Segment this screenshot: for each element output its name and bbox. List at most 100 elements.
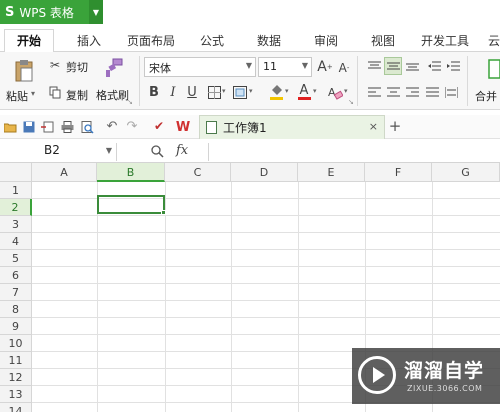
font-size-value: 11: [263, 60, 277, 73]
tab-home[interactable]: 开始: [4, 29, 55, 53]
row-header-8[interactable]: 8: [0, 301, 32, 318]
app-menu-button[interactable]: S WPS 表格 ▼: [0, 0, 103, 24]
merge-center-button[interactable]: 合并: [475, 88, 497, 104]
clipboard-launcher-icon[interactable]: ↘: [127, 98, 133, 106]
chevron-down-icon[interactable]: ▼: [106, 146, 112, 155]
row-header-3[interactable]: 3: [0, 216, 32, 233]
tab-developer[interactable]: 开发工具: [421, 32, 469, 49]
chevron-down-icon[interactable]: ▾: [222, 87, 226, 95]
zoom-search-icon[interactable]: [150, 144, 164, 158]
grid-line: [32, 334, 500, 335]
font-color-icon[interactable]: A: [296, 82, 312, 102]
insert-function-button[interactable]: fx: [176, 143, 188, 158]
chevron-down-icon[interactable]: ▾: [344, 87, 348, 95]
watermark-url: ZIXUE.3066.COM: [407, 384, 483, 393]
active-cell-b2[interactable]: [97, 195, 165, 214]
chevron-down-icon[interactable]: ▾: [249, 87, 253, 95]
align-center-icon[interactable]: [385, 85, 401, 99]
fill-handle[interactable]: [161, 210, 166, 215]
merge-borders-icon[interactable]: [232, 84, 248, 100]
wps-w-logo-icon[interactable]: W: [175, 119, 191, 135]
row-header-11[interactable]: 11: [0, 352, 32, 369]
clear-format-icon[interactable]: A: [327, 83, 343, 101]
borders-icon[interactable]: [206, 84, 222, 100]
column-header-c[interactable]: C: [165, 163, 231, 182]
tab-data[interactable]: 数据: [257, 32, 281, 49]
align-right-icon[interactable]: [404, 85, 420, 99]
tab-page-layout[interactable]: 页面布局: [127, 32, 175, 49]
new-tab-icon[interactable]: +: [388, 117, 402, 135]
paste-dropdown-icon[interactable]: ▾: [31, 89, 35, 98]
cut-button[interactable]: 剪切: [66, 59, 88, 75]
format-painter-button[interactable]: 格式刷: [96, 87, 129, 103]
row-header-7[interactable]: 7: [0, 284, 32, 301]
chevron-down-icon[interactable]: ▾: [285, 87, 289, 95]
grid-line: [298, 182, 299, 412]
font-launcher-icon[interactable]: ↘: [348, 98, 354, 106]
row-header-4[interactable]: 4: [0, 233, 32, 250]
open-folder-icon[interactable]: [3, 120, 17, 134]
font-size-select[interactable]: 11 ▼: [258, 57, 312, 77]
undo-icon[interactable]: ↶: [105, 119, 119, 134]
cut-icon[interactable]: ✂: [48, 58, 62, 72]
column-header-g[interactable]: G: [432, 163, 500, 182]
tab-review[interactable]: 审阅: [314, 32, 338, 49]
app-menu-dropdown-icon[interactable]: ▼: [89, 0, 103, 24]
customize-toolbar-icon[interactable]: ✔: [152, 119, 166, 133]
column-header-a[interactable]: A: [32, 163, 97, 182]
font-name-select[interactable]: 宋体 ▼: [144, 57, 256, 77]
tab-insert[interactable]: 插入: [77, 32, 101, 49]
align-left-icon[interactable]: [366, 85, 382, 99]
row-header-14[interactable]: 14: [0, 403, 32, 412]
align-middle-icon[interactable]: [384, 57, 402, 75]
underline-icon[interactable]: U: [185, 83, 199, 101]
align-bottom-icon[interactable]: [404, 59, 420, 73]
name-box[interactable]: B2 ▼: [0, 143, 117, 161]
print-icon[interactable]: [60, 120, 74, 134]
bold-icon[interactable]: B: [147, 83, 161, 101]
row-header-2[interactable]: 2: [0, 199, 32, 216]
redo-icon[interactable]: ↷: [125, 119, 139, 134]
row-header-6[interactable]: 6: [0, 267, 32, 284]
svg-text:A: A: [328, 86, 336, 99]
row-header-9[interactable]: 9: [0, 318, 32, 335]
increase-indent-icon[interactable]: [445, 59, 461, 73]
increase-font-icon[interactable]: A +: [317, 58, 333, 76]
row-header-13[interactable]: 13: [0, 386, 32, 403]
wps-logo-icon: S: [5, 4, 15, 20]
copy-button[interactable]: 复制: [66, 87, 88, 103]
format-painter-icon[interactable]: [103, 57, 125, 79]
merge-center-icon[interactable]: [487, 58, 500, 80]
column-header-e[interactable]: E: [298, 163, 365, 182]
close-tab-icon[interactable]: ×: [369, 120, 378, 133]
align-top-icon[interactable]: [366, 59, 382, 73]
print-preview-icon[interactable]: [80, 120, 94, 134]
row-header-12[interactable]: 12: [0, 369, 32, 386]
tab-formulas[interactable]: 公式: [200, 32, 224, 49]
tab-cloud[interactable]: 云: [488, 32, 500, 49]
copy-icon[interactable]: [48, 85, 62, 99]
tab-view[interactable]: 视图: [371, 32, 395, 49]
document-tab[interactable]: 工作簿1 ×: [199, 115, 385, 139]
decrease-indent-icon[interactable]: [426, 59, 442, 73]
save-icon[interactable]: [22, 120, 36, 134]
column-header-f[interactable]: F: [365, 163, 432, 182]
grid-line: [32, 215, 500, 216]
row-header-5[interactable]: 5: [0, 250, 32, 267]
select-all-corner[interactable]: [0, 163, 32, 182]
export-icon[interactable]: [40, 120, 54, 134]
paste-icon[interactable]: [12, 58, 36, 84]
decrease-font-icon[interactable]: A-: [337, 59, 351, 77]
formula-input[interactable]: [208, 143, 500, 161]
row-header-1[interactable]: 1: [0, 182, 32, 199]
paste-button[interactable]: 粘贴: [6, 88, 28, 104]
row-header-10[interactable]: 10: [0, 335, 32, 352]
distributed-align-icon[interactable]: [443, 85, 459, 99]
grid-line: [231, 182, 232, 412]
justify-icon[interactable]: [424, 85, 440, 99]
italic-icon[interactable]: I: [166, 83, 180, 101]
chevron-down-icon[interactable]: ▾: [313, 87, 317, 95]
column-header-b[interactable]: B: [97, 163, 165, 182]
fill-color-icon[interactable]: [268, 83, 284, 101]
column-header-d[interactable]: D: [231, 163, 298, 182]
